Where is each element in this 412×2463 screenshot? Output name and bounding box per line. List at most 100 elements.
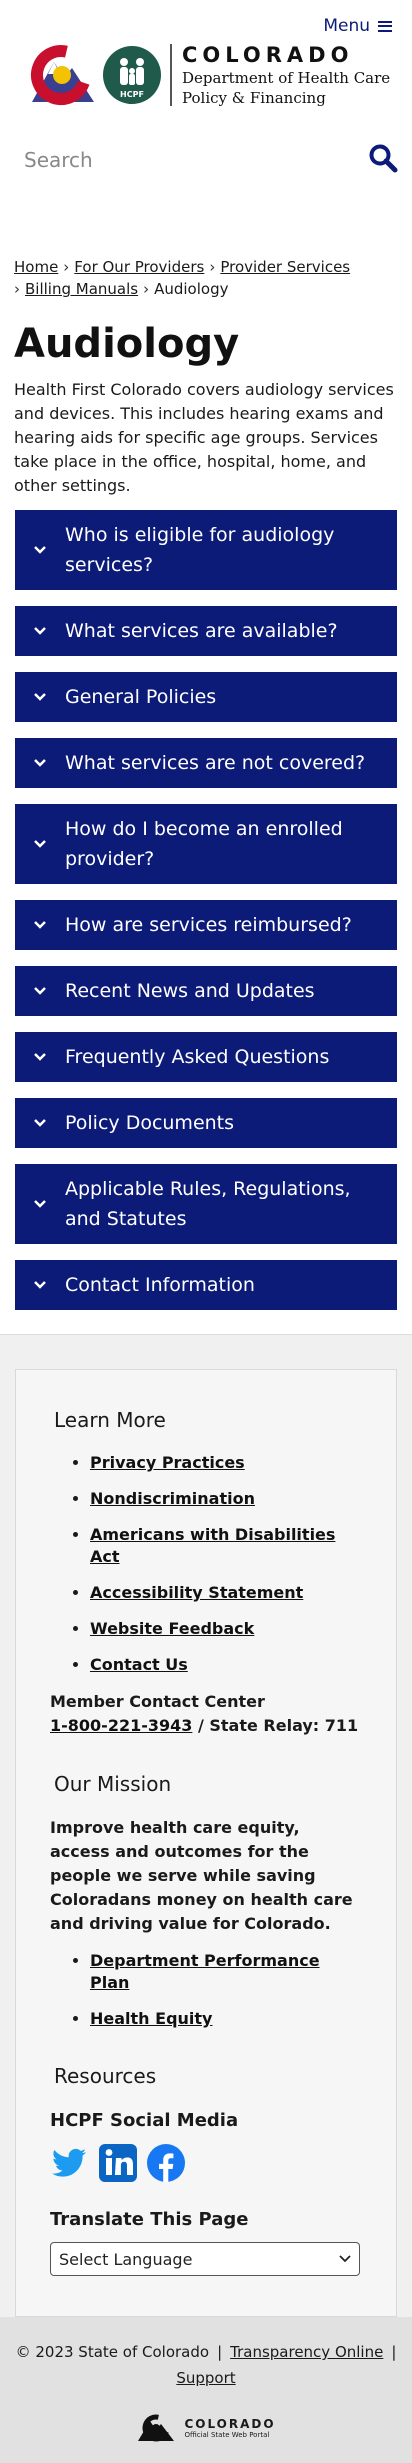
colorado-c-logo-icon: [31, 45, 94, 105]
hcpf-badge-text: HCPF: [120, 90, 144, 99]
accordion-reimbursement[interactable]: How are services reimbursed?: [15, 900, 397, 950]
accessibility-link[interactable]: Accessibility Statement: [90, 1583, 303, 1602]
accordion-not-covered[interactable]: What services are not covered?: [15, 738, 397, 788]
accordion-rules[interactable]: Applicable Rules, Regulations, and Statu…: [15, 1164, 397, 1244]
accordion-enrollment[interactable]: How do I become an enrolled provider?: [15, 804, 397, 884]
mission-text: Improve health care equity, access and o…: [50, 1818, 353, 1933]
breadcrumb-providers[interactable]: For Our Providers: [74, 258, 204, 276]
nondiscrimination-link[interactable]: Nondiscrimination: [90, 1489, 255, 1508]
chevron-down-icon: [15, 545, 65, 555]
list-item: Privacy Practices: [90, 1452, 362, 1474]
contact-center-label: Member Contact Center: [50, 1692, 265, 1711]
state-portal-logo[interactable]: COLORADO Official State Web Portal: [14, 2413, 398, 2443]
contact-phone-link[interactable]: 1-800-221-3943: [50, 1716, 192, 1735]
accordion-label: Policy Documents: [65, 1112, 235, 1134]
colorado-portal-logo-icon: [138, 2414, 175, 2442]
resources-heading: Resources: [54, 2064, 157, 2088]
logo-state-name: COLORADO: [182, 43, 354, 67]
list-item: Website Feedback: [90, 1618, 362, 1640]
logo-dept-line1: Department of Health Care: [182, 69, 391, 87]
translate-heading: Translate This Page: [50, 2209, 249, 2230]
accordion-eligibility[interactable]: Who is eligible for audiology services?: [15, 510, 397, 590]
bottom-divider: |: [217, 2343, 223, 2361]
logo-dept-line2: Policy & Financing: [182, 89, 326, 107]
support-link[interactable]: Support: [176, 2369, 235, 2387]
contact-center: Member Contact Center 1-800-221-3943 / S…: [50, 1690, 362, 1738]
accordion-policy-documents[interactable]: Policy Documents: [15, 1098, 397, 1148]
accordion-label: Who is eligible for audiology services?: [65, 524, 335, 576]
menu-button[interactable]: Menu: [323, 16, 392, 36]
health-equity-link[interactable]: Health Equity: [90, 2009, 212, 2028]
accordion-label: Applicable Rules, Regulations, and Statu…: [65, 1178, 351, 1230]
search-icon[interactable]: [368, 143, 398, 173]
language-select-value: Select Language: [59, 2249, 193, 2269]
breadcrumb-separator: ›: [143, 280, 150, 298]
breadcrumb-separator: ›: [14, 280, 20, 298]
chevron-down-icon: [15, 1199, 65, 1209]
chevron-down-icon: [15, 758, 65, 768]
social-links: [50, 2143, 362, 2183]
list-item: Americans with Disabilities Act: [90, 1524, 362, 1568]
social-heading: HCPF Social Media: [50, 2110, 239, 2131]
learn-more-list: Privacy Practices Nondiscrimination Amer…: [50, 1452, 362, 1676]
search-bar: [0, 135, 412, 185]
chevron-down-icon: [15, 692, 65, 702]
accordion-label: How do I become an enrolled provider?: [65, 818, 343, 870]
chevron-down-icon: [15, 1118, 65, 1128]
website-feedback-link[interactable]: Website Feedback: [90, 1619, 254, 1638]
privacy-practices-link[interactable]: Privacy Practices: [90, 1453, 245, 1472]
chevron-down-icon: [15, 986, 65, 996]
breadcrumb-billing-manuals[interactable]: Billing Manuals: [25, 280, 138, 298]
portal-title: COLORADO: [184, 2417, 276, 2431]
language-select[interactable]: Select Language: [50, 2242, 360, 2276]
accordion-label: Recent News and Updates: [65, 980, 315, 1002]
bottom-divider: |: [391, 2343, 397, 2361]
breadcrumb-home[interactable]: Home: [14, 258, 58, 276]
accordion-faq[interactable]: Frequently Asked Questions: [15, 1032, 397, 1082]
logo-text: COLORADO Department of Health Care Polic…: [182, 42, 390, 108]
contact-relay: / State Relay: 711: [192, 1716, 359, 1735]
breadcrumb: Home › For Our Providers › Provider Services…: [0, 220, 412, 300]
logo-divider: [170, 44, 172, 106]
search-input[interactable]: [24, 148, 344, 172]
twitter-icon[interactable]: [50, 2143, 90, 2183]
breadcrumb-current: Audiology: [154, 280, 229, 298]
breadcrumb-provider-services[interactable]: Provider Services: [220, 258, 350, 276]
accordion-label: What services are available?: [65, 620, 338, 642]
hcpf-family-logo-icon: HCPF: [103, 46, 161, 104]
chevron-down-icon: [339, 2255, 351, 2263]
chevron-down-icon: [15, 1280, 65, 1290]
list-item: Health Equity: [90, 2008, 362, 2030]
accordion-label: What services are not covered?: [65, 752, 366, 774]
chevron-down-icon: [15, 626, 65, 636]
performance-plan-link[interactable]: Department Performance Plan: [90, 1951, 320, 1992]
bottom-bar: © 2023 State of Colorado | Transparency …: [0, 2317, 412, 2463]
accordion-list: Who is eligible for audiology services? …: [0, 498, 412, 1310]
learn-more-heading: Learn More: [54, 1408, 166, 1432]
page-intro: Health First Colorado covers audiology s…: [14, 380, 394, 495]
contact-us-link[interactable]: Contact Us: [90, 1655, 188, 1674]
site-logo[interactable]: HCPF COLORADO Department of Health Care …: [24, 42, 390, 108]
ada-link[interactable]: Americans with Disabilities Act: [90, 1525, 335, 1566]
list-item: Nondiscrimination: [90, 1488, 362, 1510]
footer-card: Learn More Privacy Practices Nondiscrimi…: [15, 1369, 397, 2317]
site-footer: Learn More Privacy Practices Nondiscrimi…: [0, 1334, 412, 2463]
menu-label: Menu: [323, 16, 370, 36]
accordion-general-policies[interactable]: General Policies: [15, 672, 397, 722]
accordion-news[interactable]: Recent News and Updates: [15, 966, 397, 1016]
mission-heading: Our Mission: [54, 1772, 172, 1796]
accordion-label: How are services reimbursed?: [65, 914, 352, 936]
transparency-online-link[interactable]: Transparency Online: [230, 2343, 383, 2361]
hamburger-icon: [378, 20, 392, 32]
accordion-services[interactable]: What services are available?: [15, 606, 397, 656]
accordion-label: General Policies: [65, 686, 217, 708]
page-title: Audiology: [14, 321, 240, 367]
chevron-down-icon: [15, 920, 65, 930]
accordion-contact[interactable]: Contact Information: [15, 1260, 397, 1310]
breadcrumb-separator: ›: [209, 258, 216, 276]
linkedin-icon[interactable]: [98, 2143, 138, 2183]
list-item: Contact Us: [90, 1654, 362, 1676]
facebook-icon[interactable]: [146, 2143, 186, 2183]
breadcrumb-separator: ›: [63, 258, 70, 276]
accordion-label: Contact Information: [65, 1274, 255, 1296]
